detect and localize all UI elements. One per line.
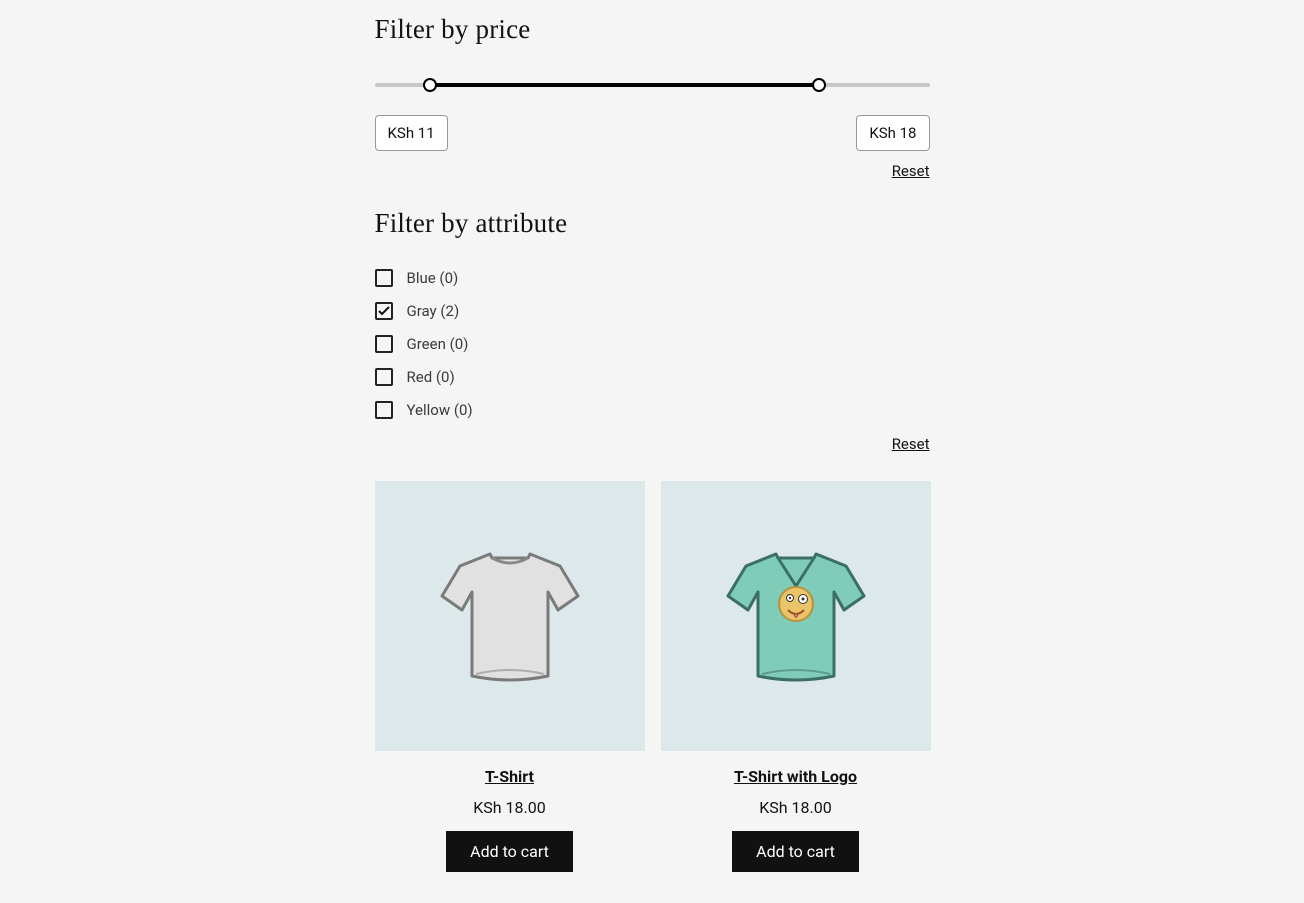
attribute-label: Red (0) — [407, 368, 455, 386]
product-grid: T-ShirtKSh 18.00Add to cartT-Shirt with … — [375, 481, 930, 872]
price-slider[interactable] — [375, 75, 930, 95]
product-card: T-Shirt KSh 18.00 Add to cart — [375, 481, 645, 872]
checkbox-icon[interactable] — [375, 335, 393, 353]
price-reset-button[interactable]: Reset — [892, 162, 930, 180]
add-to-cart-button[interactable]: Add to cart — [446, 831, 573, 872]
checkbox-icon[interactable] — [375, 368, 393, 386]
filter-attribute-heading: Filter by attribute — [375, 208, 930, 239]
attribute-item[interactable]: Blue (0) — [375, 269, 930, 287]
add-to-cart-button[interactable]: Add to cart — [732, 831, 859, 872]
product-card: T-Shirt with Logo KSh 18.00 Add to cart — [661, 481, 931, 872]
product-image[interactable] — [661, 481, 931, 751]
attribute-label: Blue (0) — [407, 269, 459, 287]
slider-active-range — [430, 83, 819, 87]
slider-handle-min[interactable] — [423, 78, 437, 92]
attribute-label: Yellow (0) — [407, 401, 473, 419]
price-max-input[interactable]: KSh 18 — [856, 115, 929, 151]
attribute-label: Gray (2) — [407, 302, 460, 320]
attribute-reset-button[interactable]: Reset — [892, 435, 930, 453]
attribute-item[interactable]: Green (0) — [375, 335, 930, 353]
product-title-link[interactable]: T-Shirt — [485, 767, 534, 786]
checkbox-icon[interactable] — [375, 302, 393, 320]
product-price: KSh 18.00 — [375, 798, 645, 817]
attribute-label: Green (0) — [407, 335, 469, 353]
attribute-item[interactable]: Gray (2) — [375, 302, 930, 320]
attribute-item[interactable]: Red (0) — [375, 368, 930, 386]
attribute-item[interactable]: Yellow (0) — [375, 401, 930, 419]
product-image[interactable] — [375, 481, 645, 751]
attribute-list: Blue (0) Gray (2) Green (0) Red (0) Yellow (… — [375, 269, 930, 419]
slider-handle-max[interactable] — [812, 78, 826, 92]
product-title-link[interactable]: T-Shirt with Logo — [734, 767, 857, 786]
checkbox-icon[interactable] — [375, 269, 393, 287]
checkbox-icon[interactable] — [375, 401, 393, 419]
product-price: KSh 18.00 — [661, 798, 931, 817]
price-min-input[interactable]: KSh 11 — [375, 115, 448, 151]
filter-price-heading: Filter by price — [375, 14, 930, 45]
